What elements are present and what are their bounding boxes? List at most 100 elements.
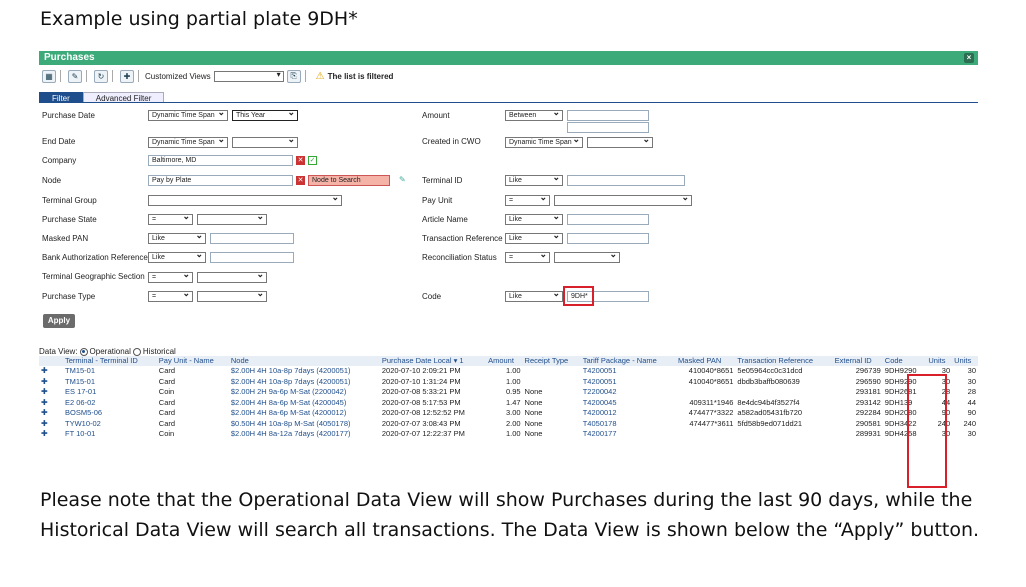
table-cell[interactable]: $0.50H 4H 10a-8p M-Sat (4050178) <box>229 419 380 430</box>
table-row[interactable]: ✚ TM15-01 Card $2.00H 4H 10a-8p 7days (4200… <box>39 377 978 388</box>
table-cell[interactable]: E2 06-02 <box>63 398 157 409</box>
reconciliation-operator-select[interactable]: = <box>505 252 550 263</box>
table-row[interactable]: ✚ TM15-01 Card $2.00H 4H 10a-8p 7days (4200… <box>39 366 978 377</box>
confirm-company-icon[interactable]: ✓ <box>308 156 317 165</box>
amount-from-field[interactable] <box>567 110 649 121</box>
terminal-id-operator-select[interactable]: Like <box>505 175 563 186</box>
column-header[interactable]: Terminal - Terminal ID <box>63 356 157 366</box>
table-cell[interactable]: $2.00H 2H 9a-6p M-Sat (2200042) <box>229 387 380 398</box>
terminal-group-select[interactable] <box>148 195 342 206</box>
amount-operator-select[interactable]: Between <box>505 110 563 121</box>
terminal-id-field[interactable] <box>567 175 685 186</box>
column-header[interactable]: Amount <box>486 356 523 366</box>
column-header[interactable]: Node <box>228 356 380 366</box>
refresh-icon[interactable]: ↻ <box>94 69 108 83</box>
table-cell[interactable]: ES 17-01 <box>63 387 157 398</box>
table-cell[interactable]: T4200051 <box>581 377 676 388</box>
table-cell[interactable]: T4200177 <box>581 429 676 440</box>
created-cwo-range-select[interactable] <box>587 137 653 148</box>
geo-section-operator-select[interactable]: = <box>148 272 193 283</box>
table-row[interactable]: ✚ E2 06-02 Card $2.00H 4H 8a-6p M-Sat (4200… <box>39 398 978 409</box>
save-view-icon[interactable]: ⎘ <box>286 69 301 83</box>
operational-label: Operational <box>89 347 131 356</box>
node-search-field[interactable]: Node to Search <box>308 175 390 186</box>
column-header[interactable]: Transaction Reference <box>735 356 833 366</box>
pin-icon[interactable]: ✚ <box>39 408 63 419</box>
column-header[interactable]: Masked PAN <box>676 356 736 366</box>
pin-icon[interactable]: ✚ <box>39 366 63 377</box>
company-field[interactable]: Baltimore, MD <box>148 155 293 166</box>
table-cell: 2020-07-08 5:17:53 PM <box>381 397 461 407</box>
column-header[interactable]: Pay Unit - Name <box>156 356 229 366</box>
article-name-field[interactable] <box>567 214 649 225</box>
table-row[interactable]: ✚ ES 17-01 Coin $2.00H 2H 9a-6p M-Sat (2200… <box>39 387 978 398</box>
column-header[interactable]: Units <box>926 356 953 366</box>
transaction-ref-field[interactable] <box>567 233 649 244</box>
table-cell[interactable]: BOSM5-06 <box>63 408 157 419</box>
column-header[interactable]: Units <box>952 356 978 366</box>
table-row[interactable]: ✚ TYW10-02 Card $0.50H 4H 10a-8p M-Sat (405… <box>39 419 978 430</box>
purchase-state-value-select[interactable] <box>197 214 267 225</box>
column-header[interactable]: Purchase Date Local ▾ 1 <box>379 356 487 366</box>
pin-icon[interactable]: ✚ <box>39 429 63 440</box>
pin-icon[interactable]: ✚ <box>39 419 63 430</box>
table-cell[interactable]: T4200012 <box>581 408 676 419</box>
historical-radio[interactable] <box>132 347 141 356</box>
purchase-date-mode-select[interactable]: Dynamic Time Span <box>148 110 228 121</box>
customized-views-select[interactable] <box>213 70 284 82</box>
purchase-type-operator-select[interactable]: = <box>148 291 193 302</box>
excel-icon[interactable]: ▦ <box>42 69 56 83</box>
bank-auth-field[interactable] <box>210 252 294 263</box>
end-date-range-select[interactable] <box>232 137 298 148</box>
clear-icon[interactable]: ✎ <box>68 69 82 83</box>
reconciliation-value-select[interactable] <box>554 252 620 263</box>
filter-label: Terminal Group <box>42 196 97 205</box>
purchase-type-value-select[interactable] <box>197 291 267 302</box>
operational-radio[interactable] <box>79 347 88 356</box>
column-header[interactable]: External ID <box>832 356 883 366</box>
column-header[interactable]: Tariff Package - Name <box>580 356 677 366</box>
table-cell[interactable]: T4200045 <box>581 398 676 409</box>
table-row[interactable]: ✚ FT 10-01 Coin $2.00H 4H 8a-12a 7days (420… <box>39 429 978 440</box>
table-cell[interactable]: $2.00H 4H 8a-12a 7days (4200177) <box>229 429 380 440</box>
table-cell: None <box>524 397 543 407</box>
table-cell[interactable]: TM15-01 <box>63 366 157 377</box>
pin-icon[interactable]: ✚ <box>39 398 63 409</box>
masked-pan-operator-select[interactable]: Like <box>148 233 206 244</box>
node-search-icon[interactable]: ✎ <box>399 175 406 184</box>
table-cell[interactable]: FT 10-01 <box>63 429 157 440</box>
clear-company-icon[interactable]: ✕ <box>296 156 305 165</box>
table-cell[interactable]: TYW10-02 <box>63 419 157 430</box>
purchase-date-range-select[interactable]: This Year <box>232 110 298 121</box>
created-cwo-mode-select[interactable]: Dynamic Time Span <box>505 137 583 148</box>
transaction-ref-operator-select[interactable]: Like <box>505 233 563 244</box>
pin-icon[interactable]: ✚ <box>39 387 63 398</box>
table-cell[interactable]: T4200051 <box>581 366 676 377</box>
amount-to-field[interactable] <box>567 122 649 133</box>
column-header[interactable]: Code <box>882 356 927 366</box>
end-date-mode-select[interactable]: Dynamic Time Span <box>148 137 228 148</box>
pay-unit-operator-select[interactable]: = <box>505 195 550 206</box>
pin-icon[interactable]: ✚ <box>39 377 63 388</box>
table-row[interactable]: ✚ BOSM5-06 Card $2.00H 4H 8a-6p M-Sat (4200… <box>39 408 978 419</box>
bank-auth-operator-select[interactable]: Like <box>148 252 206 263</box>
geo-section-value-select[interactable] <box>197 272 267 283</box>
table-cell[interactable]: T4050178 <box>581 419 676 430</box>
column-header[interactable]: Receipt Type <box>522 356 581 366</box>
table-cell[interactable]: $2.00H 4H 10a-8p 7days (4200051) <box>229 377 380 388</box>
table-cell[interactable]: $2.00H 4H 8a-6p M-Sat (4200045) <box>229 398 380 409</box>
table-cell[interactable]: T2200042 <box>581 387 676 398</box>
code-operator-select[interactable]: Like <box>505 291 563 302</box>
purchase-state-operator-select[interactable]: = <box>148 214 193 225</box>
apply-button[interactable]: Apply <box>43 314 75 328</box>
table-cell[interactable]: $2.00H 4H 8a-6p M-Sat (4200012) <box>229 408 380 419</box>
pin-icon[interactable]: ✚ <box>120 69 134 83</box>
table-cell[interactable]: TM15-01 <box>63 377 157 388</box>
masked-pan-field[interactable] <box>210 233 294 244</box>
article-name-operator-select[interactable]: Like <box>505 214 563 225</box>
clear-node-icon[interactable]: ✕ <box>296 176 305 185</box>
close-icon[interactable]: × <box>964 53 974 63</box>
pay-unit-value-select[interactable] <box>554 195 692 206</box>
table-cell[interactable]: $2.00H 4H 10a-8p 7days (4200051) <box>229 366 380 377</box>
node-field[interactable]: Pay by Plate <box>148 175 293 186</box>
